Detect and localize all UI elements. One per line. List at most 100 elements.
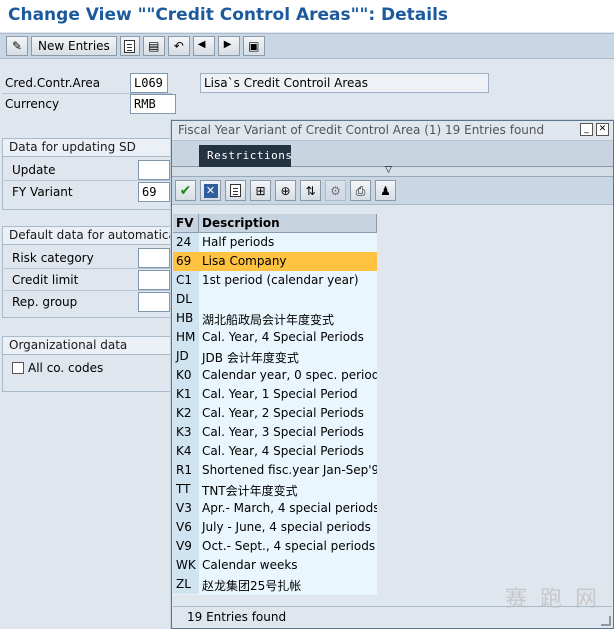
cell-description: Cal. Year, 4 Special Periods (199, 328, 377, 347)
sort-icon: ⇅ (305, 183, 316, 198)
new-selection-button[interactable] (225, 180, 246, 201)
table-row[interactable]: V3 Apr.- March, 4 special periods (173, 499, 377, 518)
table-row[interactable]: WK Calendar weeks (173, 556, 377, 575)
print-button[interactable]: ⎙ (350, 180, 371, 201)
table-row[interactable]: K3 Cal. Year, 3 Special Periods (173, 423, 377, 442)
continue-button[interactable]: ✔ (175, 180, 196, 201)
binoculars-icon: ⊞ (255, 183, 266, 198)
cell-description: Cal. Year, 2 Special Periods (199, 404, 377, 423)
cell-fv: V9 (173, 537, 199, 556)
change-display-icon: ✎ (11, 39, 23, 53)
page-title: Change View ""Credit Control Areas"": De… (8, 5, 449, 25)
table-row[interactable]: K4 Cal. Year, 4 Special Periods (173, 442, 377, 461)
column-header-fv[interactable]: FV (173, 214, 199, 232)
group-title: Default data for automatically (3, 227, 171, 245)
cell-fv: 24 (173, 233, 199, 252)
cred-contr-area-field[interactable]: L069 (130, 73, 168, 93)
fy-variant-label: FY Variant (12, 185, 73, 199)
risk-category-field[interactable] (138, 248, 170, 268)
status-bar: 19 Entries found (173, 606, 612, 627)
print-icon: ⎙ (355, 183, 366, 198)
new-entries-button[interactable]: New Entries (31, 36, 117, 56)
cancel-button[interactable]: ✕ (200, 180, 221, 201)
table-row[interactable]: 24 Half periods (173, 233, 377, 252)
fy-variant-field[interactable]: 69 (138, 182, 170, 202)
copy-button[interactable] (119, 36, 140, 56)
window-controls: _ ✕ (580, 123, 609, 136)
table-row[interactable]: HB 湖北船政局会计年度变式 (173, 309, 377, 328)
cell-fv: WK (173, 556, 199, 575)
minimize-button[interactable]: _ (580, 123, 593, 136)
settings-button[interactable]: ⚙ (325, 180, 346, 201)
update-field[interactable] (138, 160, 170, 180)
cell-fv: K4 (173, 442, 199, 461)
resize-grip[interactable] (601, 616, 611, 626)
rep-group-field[interactable] (138, 292, 170, 312)
next-entry-icon (222, 39, 236, 53)
cell-description: Shortened fisc.year Jan-Sep'94 (199, 461, 377, 480)
cancel-x-icon: ✕ (203, 183, 218, 198)
table-body: 24 Half periods 69 Lisa Company C1 1st period… (173, 233, 377, 594)
all-co-codes-label: All co. codes (28, 361, 104, 375)
cell-description: Calendar year, 0 spec. period (199, 366, 377, 385)
table-row[interactable]: K1 Cal. Year, 1 Special Period (173, 385, 377, 404)
select-all-button[interactable]: ▣ (242, 36, 265, 56)
close-dialog-button[interactable]: ✕ (596, 123, 609, 136)
cell-fv: ZL (173, 575, 199, 594)
change-display-button[interactable]: ✎ (6, 36, 28, 56)
cell-fv: HM (173, 328, 199, 347)
table-row[interactable]: V6 July - June, 4 special periods (173, 518, 377, 537)
cell-description: Half periods (199, 233, 377, 252)
cred-contr-area-label: Cred.Contr.Area (5, 76, 101, 90)
table-row[interactable]: K2 Cal. Year, 2 Special Periods (173, 404, 377, 423)
settings-icon: ⚙ (330, 183, 341, 198)
undo-button[interactable]: ↶ (167, 36, 190, 56)
rep-group-label: Rep. group (12, 295, 78, 309)
table-row[interactable]: C1 1st period (calendar year) (173, 271, 377, 290)
cell-fv: K2 (173, 404, 199, 423)
cred-contr-area-description: Lisa`s Credit Controil Areas (200, 73, 489, 93)
cell-fv: JD (173, 347, 199, 366)
table-row[interactable]: 69 Lisa Company (173, 252, 377, 271)
table-row[interactable]: K0 Calendar year, 0 spec. period (173, 366, 377, 385)
divider (2, 290, 170, 291)
currency-label: Currency (5, 97, 60, 111)
table-row[interactable]: R1 Shortened fisc.year Jan-Sep'94 (173, 461, 377, 480)
table-row[interactable]: HM Cal. Year, 4 Special Periods (173, 328, 377, 347)
cell-description: Cal. Year, 3 Special Periods (199, 423, 377, 442)
sort-button[interactable]: ⇅ (300, 180, 321, 201)
close-icon: ✕ (598, 124, 607, 134)
collapse-bar[interactable]: ▽ (172, 165, 613, 177)
results-empty-area (377, 214, 613, 595)
cell-description: 湖北船政局会计年度变式 (199, 309, 377, 328)
copy-icon (124, 39, 136, 53)
risk-category-label: Risk category (12, 251, 94, 265)
undo-icon: ↶ (173, 39, 184, 53)
cell-description (199, 290, 377, 309)
personalize-button[interactable]: ♟ (375, 180, 396, 201)
table-row[interactable]: V9 Oct.- Sept., 4 special periods (173, 537, 377, 556)
previous-entry-button[interactable] (192, 36, 215, 56)
find-next-button[interactable]: ⊕ (275, 180, 296, 201)
credit-limit-field[interactable] (138, 270, 170, 290)
table-row[interactable]: ZL 赵龙集团25号扎帐 (173, 575, 377, 594)
find-button[interactable]: ⊞ (250, 180, 271, 201)
table-row[interactable]: JD JDB 会计年度变式 (173, 347, 377, 366)
find-next-icon: ⊕ (280, 183, 291, 198)
all-co-codes-checkbox[interactable] (12, 362, 24, 374)
minimize-icon: _ (584, 124, 589, 134)
credit-limit-label: Credit limit (12, 273, 79, 287)
table-row[interactable]: DL (173, 290, 377, 309)
cell-fv: C1 (173, 271, 199, 290)
column-header-description[interactable]: Description (199, 214, 377, 232)
next-entry-button[interactable] (217, 36, 240, 56)
document-icon (230, 184, 241, 197)
currency-field[interactable]: RMB (130, 94, 176, 114)
tab-restrictions[interactable]: Restrictions (199, 145, 292, 167)
table-row[interactable]: TT TNT会计年度变式 (173, 480, 377, 499)
collapse-arrow-icon[interactable]: ▽ (385, 165, 392, 175)
tabstrip: Restrictions (172, 141, 613, 167)
dialog-title-bar: Fiscal Year Variant of Credit Control Ar… (172, 121, 613, 141)
cell-description: Cal. Year, 1 Special Period (199, 385, 377, 404)
delete-button[interactable]: ▤ (142, 36, 165, 56)
